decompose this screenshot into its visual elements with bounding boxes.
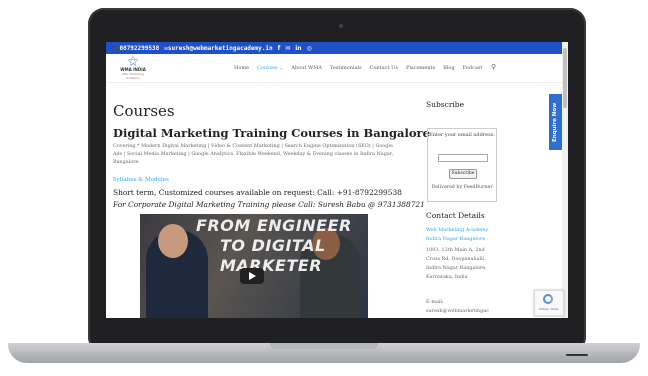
play-button[interactable] xyxy=(240,268,264,284)
recaptcha-terms[interactable]: Privacy - Terms xyxy=(535,308,563,311)
main-nav: ⚝ WMA INDIA Web Marketing Academy Home C… xyxy=(106,54,562,83)
syllabus-link[interactable]: Syllabus & Modules xyxy=(113,177,169,183)
scrollbar-thumb[interactable] xyxy=(563,48,567,108)
laptop-indicator xyxy=(566,354,588,356)
short-term-callout: Short term, Customized courses available… xyxy=(113,188,402,197)
recaptcha-badge[interactable]: Privacy - Terms xyxy=(534,290,564,316)
linkedin-icon[interactable]: in xyxy=(295,45,301,52)
corporate-callout: For Corporate Digital Marketing Training… xyxy=(113,200,425,209)
nav-item-about[interactable]: About WMA xyxy=(291,65,322,71)
nav-item-contact[interactable]: Contact Us xyxy=(370,65,398,71)
top-contact-bar: 📞08792299538 ✉suresh@webmarketingacademy… xyxy=(106,42,562,54)
enquire-now-tab[interactable]: Enquire Now xyxy=(549,94,562,150)
nav-item-testimonials[interactable]: Testimonials xyxy=(330,65,362,71)
subscribe-box: Enter your email address: Subscribe Deli… xyxy=(427,128,497,202)
section-heading: Digital Marketing Training Courses in Ba… xyxy=(113,126,430,140)
course-description: Covering * Modern Digital Marketing | Vi… xyxy=(113,143,394,165)
nav-item-home[interactable]: Home xyxy=(234,65,249,71)
nav-item-courses[interactable]: Courses ⌄ xyxy=(257,65,283,71)
recaptcha-icon xyxy=(543,294,553,304)
video-title-line3: MARKETER xyxy=(220,256,323,275)
instagram-icon[interactable]: ◎ xyxy=(307,45,312,52)
search-icon[interactable]: ⚲ xyxy=(491,63,496,71)
page-title: Courses xyxy=(113,102,175,120)
camera xyxy=(339,24,343,28)
email-label: E-mail: xyxy=(426,299,444,305)
nav-item-placements[interactable]: Placements xyxy=(406,65,435,71)
contact-heading: Contact Details xyxy=(426,211,485,220)
video-title-line1: FROM ENGINEER xyxy=(196,216,352,235)
email-link[interactable]: ✉suresh@webmarketingacademy.in xyxy=(164,45,272,52)
screen: 📞08792299538 ✉suresh@webmarketingacademy… xyxy=(106,42,568,318)
nav-menu: Home Courses ⌄ About WMA Testimonials Co… xyxy=(234,65,482,71)
email-address[interactable]: suresh@webmarketingac xyxy=(426,307,498,316)
mail-icon[interactable]: ✉ xyxy=(285,45,290,52)
video-title-line2: TO DIGITAL xyxy=(220,236,326,255)
enter-email-label: Enter your email address: xyxy=(429,132,495,138)
subscribe-heading: Subscribe xyxy=(426,100,465,109)
subscribe-button[interactable]: Subscribe xyxy=(449,169,477,179)
feedburner-credit: Delivered by FeedBurner xyxy=(431,185,493,190)
address-text: 1003, 12th Main A, 2nd Cross Rd, Doopana… xyxy=(426,247,487,280)
academy-link[interactable]: Web Marketing Academy Indira Nagar Banga… xyxy=(426,226,501,244)
facebook-icon[interactable]: f xyxy=(278,45,281,52)
video-thumbnail[interactable]: FROM ENGINEER TO DIGITAL MARKETER xyxy=(140,214,368,318)
email-block: E-mail: suresh@webmarketingac xyxy=(426,298,498,316)
logo-icon: ⚝ xyxy=(128,56,138,67)
logo-tagline: Web Marketing Academy xyxy=(121,72,145,80)
subscribe-email-input[interactable] xyxy=(438,154,488,162)
nav-item-podcast[interactable]: Podcast xyxy=(463,65,483,71)
person-left-head xyxy=(158,224,188,258)
site-logo[interactable]: ⚝ WMA INDIA Web Marketing Academy xyxy=(120,56,146,81)
laptop-frame: 📞08792299538 ✉suresh@webmarketingacademy… xyxy=(0,0,648,376)
nav-item-blog[interactable]: Blog xyxy=(443,65,454,71)
phone-link[interactable]: 📞08792299538 xyxy=(112,45,159,52)
laptop-notch xyxy=(270,343,378,349)
